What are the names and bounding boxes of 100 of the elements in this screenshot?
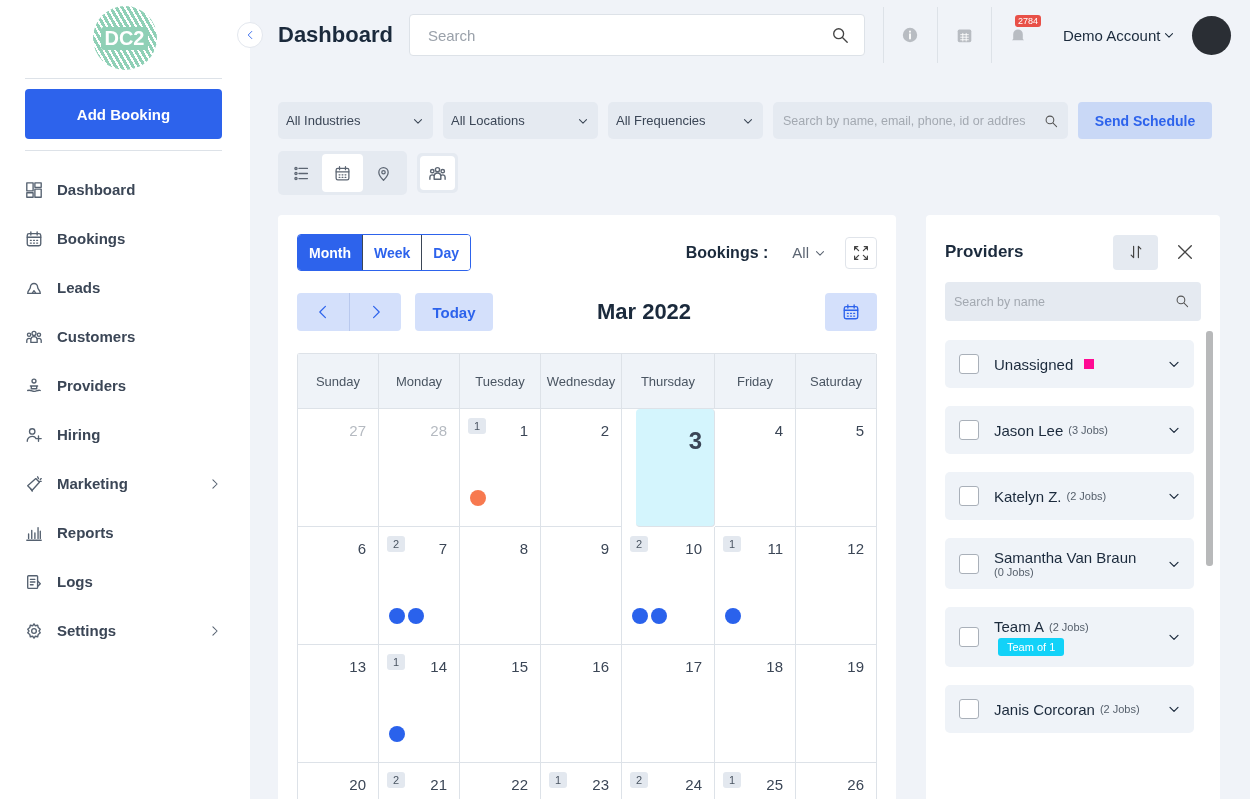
calendar-day[interactable]: 2 24 xyxy=(622,763,715,799)
sidebar-item[interactable]: Hiring xyxy=(25,410,222,459)
provider-card[interactable]: Unassigned xyxy=(945,340,1194,388)
checkbox[interactable] xyxy=(959,627,979,647)
sidebar-item[interactable]: Leads xyxy=(25,263,222,312)
settings-icon xyxy=(25,621,43,640)
job-count: (2 Jobs) xyxy=(1049,620,1089,633)
day-number: 19 xyxy=(847,658,864,675)
sidebar-item[interactable]: Dashboard xyxy=(25,165,222,214)
booking-dot[interactable] xyxy=(470,490,486,506)
calendar-day[interactable]: 1 14 xyxy=(379,645,460,763)
calendar-day[interactable]: 6 xyxy=(298,527,379,645)
booking-count: 1 xyxy=(549,772,568,788)
checkbox[interactable] xyxy=(959,553,979,574)
provider-card[interactable]: Team A (2 Jobs) Team of 1 xyxy=(945,607,1194,667)
close-button[interactable] xyxy=(1176,243,1194,261)
provider-card[interactable]: Janis Corcoran (2 Jobs) xyxy=(945,685,1194,733)
team-tag: Team of 1 xyxy=(998,638,1065,656)
checkbox[interactable] xyxy=(959,699,979,719)
account-menu[interactable]: Demo Account xyxy=(1062,26,1177,44)
view-tab[interactable]: Month xyxy=(298,235,362,270)
day-number: 14 xyxy=(430,658,447,675)
calendar-day[interactable]: 2 xyxy=(541,409,622,527)
booking-dot[interactable] xyxy=(408,608,424,624)
date-picker-button[interactable] xyxy=(825,293,877,331)
sidebar-item[interactable]: Customers xyxy=(25,312,222,361)
avatar[interactable] xyxy=(1192,15,1232,55)
calendar-day[interactable]: 8 xyxy=(460,527,541,645)
booking-dot[interactable] xyxy=(389,726,405,742)
day-number: 2 xyxy=(600,422,609,439)
sidebar-item[interactable]: Settings xyxy=(25,606,222,655)
booking-dot[interactable] xyxy=(389,608,405,624)
provider-name: Janis Corcoran xyxy=(994,700,1095,718)
provider-card[interactable]: Katelyn Z. (2 Jobs) xyxy=(945,472,1194,520)
calendar-day[interactable]: 2 21 xyxy=(379,763,460,799)
weekday-header: Wednesday xyxy=(541,354,622,409)
weekday-header: Friday xyxy=(715,354,796,409)
checkbox[interactable] xyxy=(959,420,979,440)
calendar-day[interactable]: 2 10 xyxy=(622,527,715,645)
sidebar-item[interactable]: Marketing xyxy=(25,459,222,508)
calendar-day[interactable]: 4 xyxy=(715,409,796,527)
sidebar-item[interactable]: Providers xyxy=(25,361,222,410)
filter-dropdown[interactable]: All Frequencies xyxy=(608,102,763,139)
search-field[interactable]: Search by name, email, phone, id or addres xyxy=(773,102,1068,139)
day-number: 7 xyxy=(438,540,447,557)
booking-dot[interactable] xyxy=(725,608,741,624)
calendar-day[interactable]: 26 xyxy=(796,763,877,799)
add-booking-button[interactable]: Add Booking xyxy=(25,89,222,139)
checkbox[interactable] xyxy=(959,354,979,374)
calendar-day[interactable]: 22 xyxy=(460,763,541,799)
provider-name: Katelyn Z. xyxy=(994,487,1062,505)
team-button[interactable] xyxy=(420,156,455,190)
filter-dropdown[interactable]: All Locations xyxy=(443,102,598,139)
provider-card[interactable]: Samantha Van Braun (0 Jobs) xyxy=(945,538,1194,589)
booking-dot[interactable] xyxy=(651,608,667,624)
calendar-day[interactable]: 1 25 xyxy=(715,763,796,799)
panel-title: Providers xyxy=(945,242,1025,262)
day-number: 6 xyxy=(357,540,366,557)
calendar-day[interactable]: 19 xyxy=(796,645,877,763)
search-field[interactable]: Search xyxy=(408,14,865,56)
sidebar-item[interactable]: Logs xyxy=(25,557,222,606)
calendar-day[interactable]: 5 xyxy=(796,409,877,527)
calendar-day[interactable]: 12 xyxy=(796,527,877,645)
day-number: 13 xyxy=(349,658,366,675)
scrollbar[interactable] xyxy=(1206,331,1213,566)
calendar-day[interactable]: 17 xyxy=(622,645,715,763)
day-number: 11 xyxy=(767,540,783,557)
checkbox[interactable] xyxy=(959,486,979,506)
close-icon xyxy=(1176,243,1194,261)
calendar-day[interactable]: 13 xyxy=(298,645,379,763)
job-count: (3 Jobs) xyxy=(1068,424,1108,436)
calendar-view-button[interactable] xyxy=(322,154,363,192)
calendar-day[interactable]: 3 xyxy=(636,409,715,527)
booking-dot[interactable] xyxy=(632,608,648,624)
expand-icon xyxy=(853,244,869,261)
today-button[interactable]: Today xyxy=(415,293,493,331)
sidebar-item[interactable]: Reports xyxy=(25,508,222,557)
search-field[interactable]: Search by name xyxy=(945,282,1201,321)
day-number: 20 xyxy=(349,776,366,793)
calendar-day[interactable]: 20 xyxy=(298,763,379,799)
calendar-day[interactable]: 15 xyxy=(460,645,541,763)
day-number: 16 xyxy=(592,658,609,675)
send-schedule-button[interactable]: Send Schedule xyxy=(1078,102,1212,139)
bookings-label: Bookings : xyxy=(685,243,769,262)
filter-dropdown[interactable]: All Industries xyxy=(278,102,433,139)
fullscreen-button[interactable] xyxy=(845,236,877,269)
calendar-day[interactable]: 1 11 xyxy=(715,527,796,645)
calendar-day[interactable]: 9 xyxy=(541,527,622,645)
view-tab[interactable]: Day xyxy=(421,235,470,270)
calendar-day[interactable]: 16 xyxy=(541,645,622,763)
calendar-day[interactable]: 18 xyxy=(715,645,796,763)
calendar-day[interactable]: 1 23 xyxy=(541,763,622,799)
provider-card[interactable]: Jason Lee (3 Jobs) xyxy=(945,406,1194,454)
sidebar-item[interactable]: Bookings xyxy=(25,214,222,263)
booking-count: 1 xyxy=(468,418,487,434)
calendar-day[interactable]: 1 1 xyxy=(460,409,541,527)
bookings-filter-dropdown[interactable]: All xyxy=(792,244,827,261)
search-icon xyxy=(830,26,849,44)
calendar-icon xyxy=(334,164,351,182)
calendar-day[interactable]: 2 7 xyxy=(379,527,460,645)
